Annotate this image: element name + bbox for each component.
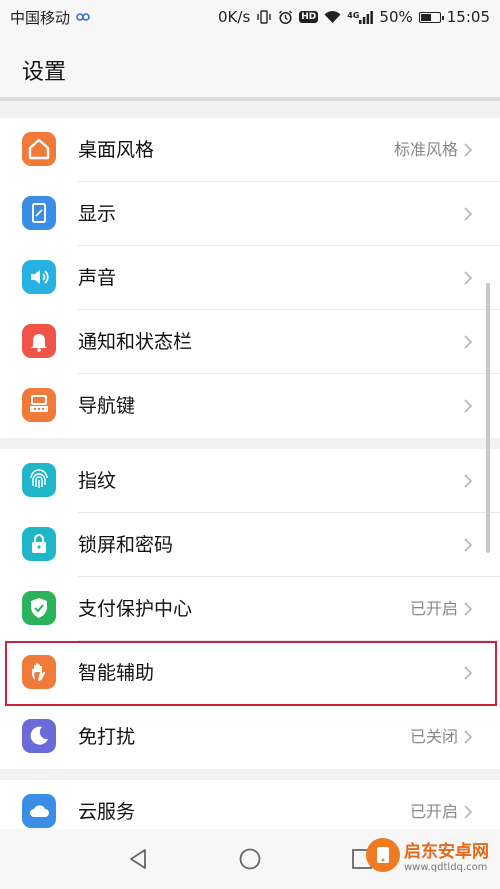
settings-row[interactable]: 通知和状态栏 <box>0 310 500 374</box>
alarm-icon <box>278 10 293 25</box>
settings-group-security: 指纹锁屏和密码支付保护中心 已开启智能辅助免打扰 已关闭 <box>0 449 500 769</box>
chevron-right-icon <box>460 728 476 746</box>
settings-row[interactable]: 智能辅助 <box>0 641 500 705</box>
watermark-title: 启东安卓网 <box>404 842 489 862</box>
chevron-right-icon <box>460 205 476 223</box>
carrier-name: 中国移动 <box>10 8 71 27</box>
shield-icon <box>22 591 56 625</box>
watermark-logo-icon <box>366 838 400 872</box>
settings-row-label: 桌面风格 <box>78 139 155 161</box>
chevron-right-icon <box>460 141 476 159</box>
settings-row-value: 已关闭 <box>409 727 458 746</box>
settings-row-label: 显示 <box>78 203 117 225</box>
clock: 15:05 <box>446 8 490 26</box>
vibrate-icon <box>256 10 272 24</box>
chevron-right-icon <box>460 333 476 351</box>
settings-row-label: 锁屏和密码 <box>78 534 174 556</box>
watermark-url: www.qdtldq.com <box>404 862 488 873</box>
settings-row[interactable]: 指纹 <box>0 449 500 513</box>
fingerprint-icon <box>22 463 56 497</box>
speaker-icon <box>22 260 56 294</box>
settings-row[interactable]: 锁屏和密码 <box>0 513 500 577</box>
scrollbar[interactable] <box>486 283 490 553</box>
settings-row-value: 标准风格 <box>393 140 458 159</box>
settings-row-label: 支付保护中心 <box>78 598 193 620</box>
settings-row-label: 导航键 <box>78 395 136 417</box>
settings-row[interactable]: 支付保护中心 已开启 <box>0 577 500 641</box>
link-icon <box>76 12 90 22</box>
lock-icon <box>22 527 56 561</box>
settings-row[interactable]: 导航键 <box>0 374 500 438</box>
settings-row-label: 免打扰 <box>78 726 136 748</box>
bell-icon <box>22 324 56 358</box>
network-speed: 0K/s <box>218 8 251 26</box>
chevron-right-icon <box>460 803 476 821</box>
home-icon <box>22 132 56 166</box>
hd-icon: HD <box>299 11 319 23</box>
chevron-right-icon <box>460 397 476 415</box>
title-divider <box>0 97 500 101</box>
signal-icon: 4G <box>347 10 374 24</box>
settings-row[interactable]: 免打扰 已关闭 <box>0 705 500 769</box>
settings-row[interactable]: 桌面风格 标准风格 <box>0 118 500 182</box>
chevron-right-icon <box>460 600 476 618</box>
status-bar: 中国移动 0K/s HD 4G 50% 15:05 <box>0 0 500 34</box>
cloud-icon <box>22 794 56 828</box>
page-title: 设置 <box>22 60 67 85</box>
title-bar: 设置 <box>0 34 500 100</box>
chevron-right-icon <box>460 269 476 287</box>
settings-row-label: 智能辅助 <box>78 662 155 684</box>
chevron-right-icon <box>460 472 476 490</box>
battery-icon <box>418 11 444 23</box>
settings-row-value: 已开启 <box>409 599 458 618</box>
chevron-right-icon <box>460 664 476 682</box>
wifi-icon <box>324 10 341 24</box>
display-icon <box>22 196 56 230</box>
settings-row[interactable]: 显示 <box>0 182 500 246</box>
settings-row-label: 声音 <box>78 267 117 289</box>
settings-row[interactable]: 声音 <box>0 246 500 310</box>
chevron-right-icon <box>460 536 476 554</box>
battery-percent: 50% <box>379 8 413 26</box>
dock-icon <box>22 388 56 422</box>
back-button[interactable] <box>126 847 150 871</box>
network-type: 4G <box>347 10 360 20</box>
settings-group-display: 桌面风格 标准风格显示声音通知和状态栏 导航键 <box>0 118 500 438</box>
home-button[interactable] <box>238 847 262 871</box>
settings-row-label: 通知和状态栏 <box>78 331 193 353</box>
settings-row-label: 指纹 <box>78 470 117 492</box>
hand-icon <box>22 655 56 689</box>
moon-icon <box>22 719 56 753</box>
watermark: 启东安卓网 www.qdtldq.com <box>366 824 494 886</box>
